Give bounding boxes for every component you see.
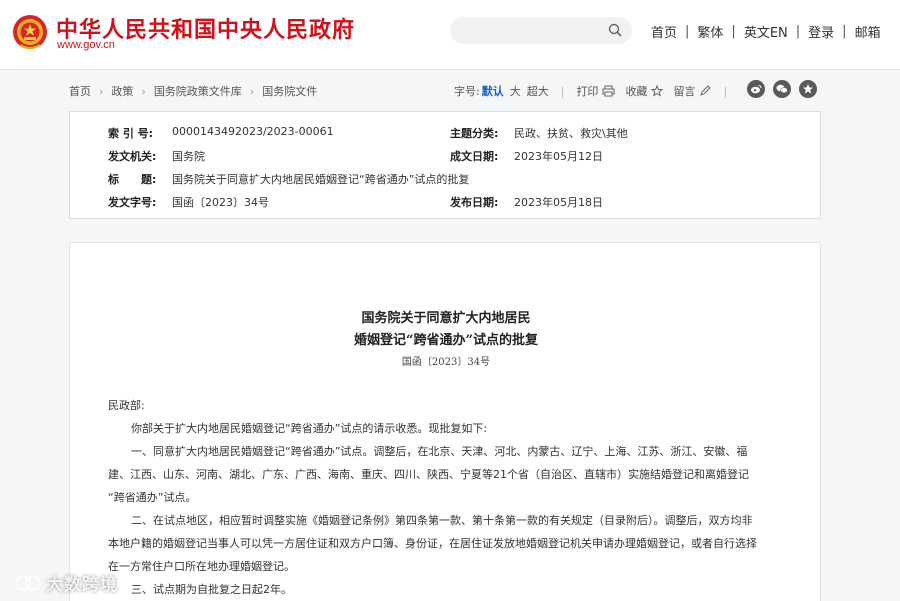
breadcrumb-state-council-docs[interactable]: 国务院文件 [262,83,317,99]
paragraph-3: 三、试点期为自批复之日起2年。 [131,583,292,596]
meta-index: 索 引 号: 000014349​2023/2023-00061 [108,125,334,140]
font-size-xlarge[interactable]: 超大 [527,83,549,99]
breadcrumb-home[interactable]: 首页 [69,83,91,99]
paragraph-1-line-3: “跨省通办”试点。 [108,491,197,504]
breadcrumb-arrow-icon: › [249,84,255,98]
breadcrumb-arrow-icon: › [99,84,104,98]
nav-separator: | [795,24,801,39]
meta-publish-date: 发布日期: 2023年05月18日 [450,194,603,209]
favorite-label: 收藏 [625,85,648,98]
meta-title-value: 国务院关于同意扩大内地居民婚姻登记“跨省通办”试点的批复 [172,173,470,186]
meta-title-label: 标 题: [108,173,157,186]
meta-topic-value: 民政、扶贫、救灾\其他 [514,127,628,140]
message-button[interactable]: 留言 [673,83,712,99]
meta-written-date-label: 成文日期: [450,150,499,163]
addressee: 民政部: [108,399,145,412]
font-size-large[interactable]: 大 [510,83,521,99]
favorite-button[interactable]: 收藏 [625,83,664,99]
font-size-default[interactable]: 默认 [482,83,504,99]
print-label: 打印 [576,85,599,98]
meta-title: 标 题: 国务院关于同意扩大内地居民婚姻登记“跨省通办”试点的批复 [108,171,470,186]
wechat-icon[interactable] [773,80,791,98]
article-tools: 字号: 默认 大 超大 | 打印 收藏 留言 | [454,83,739,99]
site-url[interactable]: www.gov.cn [57,39,115,51]
watermark-logo-icon [15,574,41,591]
star-icon [651,85,664,97]
top-nav: 首页 | 繁体 | 英文EN | 登录 | 邮箱 [651,22,881,41]
meta-written-date-value: 2023年05月12日 [514,150,603,163]
document-body: 国务院关于同意扩大内地居民 婚姻登记“跨省通办”试点的批复 国函〔2023〕34… [69,242,821,601]
nav-home[interactable]: 首页 [651,22,677,41]
meta-topic-label: 主题分类: [450,127,499,140]
breadcrumb-policy[interactable]: 政策 [111,83,133,99]
paragraph-2-line-1: 二、在试点地区，相应暂时调整实施《婚姻登记条例》第四条第一款、第十条第一款的有关… [131,514,753,527]
paragraph-2-line-2: 本地户籍的婚姻登记当事人可以凭一方居住证和双方户口簿、身份证，在居住证发放地婚姻… [108,537,757,550]
meta-doc-number-value: 国函〔2023〕34号 [172,196,269,209]
meta-doc-number: 发文字号: 国函〔2023〕34号 [108,194,269,209]
meta-publish-date-label: 发布日期: [450,196,499,209]
search-icon[interactable] [608,23,622,37]
document-metadata: 索 引 号: 000014349​2023/2023-00061 主题分类: 民… [69,111,821,219]
meta-index-value: 000014349​2023/2023-00061 [172,125,334,138]
paragraph-intro: 你部关于扩大内地居民婚姻登记“跨省通办”试点的请示收悉。现批复如下: [131,422,488,435]
print-button[interactable]: 打印 [576,83,615,99]
document-number: 国函〔2023〕34号 [401,357,491,368]
weibo-icon[interactable] [747,80,765,98]
site-header: 中华人民共和国中央人民政府 www.gov.cn 首页 | 繁体 | 英文EN … [0,0,900,70]
meta-issuer-value: 国务院 [172,150,205,163]
search-box [450,17,632,44]
meta-issuer-label: 发文机关: [108,150,157,163]
watermark-text: 大数跨境 [46,575,118,595]
nav-separator: | [731,24,736,39]
paragraph-1-line-1: 一、同意扩大内地居民婚姻登记“跨省通办”试点。调整后，在北京、天津、河北、内蒙古… [131,445,748,458]
breadcrumb-bar: 首页 › 政策 › 国务院政策文件库 › 国务院文件 字号: 默认 大 超大 |… [69,80,829,100]
nav-login[interactable]: 登录 [808,22,834,41]
paragraph-1-line-2: 建、江西、山东、河南、湖北、广东、广西、海南、重庆、四川、陕西、宁夏等21个省（… [108,468,749,481]
document-title-line-2: 婚姻登记“跨省通办”试点的批复 [354,333,538,348]
nav-mail[interactable]: 邮箱 [855,22,881,41]
search-input[interactable] [462,21,602,40]
breadcrumb: 首页 › 政策 › 国务院政策文件库 › 国务院文件 [69,83,317,99]
nav-english[interactable]: 英文EN [744,22,788,41]
breadcrumb-arrow-icon: › [141,84,146,98]
document-title-line-1: 国务院关于同意扩大内地居民 [361,311,531,326]
watermark: 大数跨境 [14,570,118,595]
nav-separator: | [842,24,847,39]
meta-doc-number-label: 发文字号: [108,196,157,209]
qzone-icon[interactable] [799,80,817,98]
meta-topic: 主题分类: 民政、扶贫、救灾\其他 [450,125,628,140]
tools-separator: | [560,84,565,98]
share-buttons [747,80,825,98]
breadcrumb-policy-library[interactable]: 国务院政策文件库 [154,83,242,99]
meta-publish-date-value: 2023年05月18日 [514,196,603,209]
meta-index-label: 索 引 号: [108,127,154,140]
paragraph-2-line-3: 在一方常住户口所在地办理婚姻登记。 [108,560,295,573]
meta-issuer: 发文机关: 国务院 [108,148,205,163]
meta-written-date: 成文日期: 2023年05月12日 [450,148,603,163]
nav-separator: | [685,24,690,39]
pencil-icon [700,85,712,96]
printer-icon [602,85,615,97]
font-size-label: 字号: [454,85,480,98]
tools-separator: | [723,84,728,98]
nav-traditional[interactable]: 繁体 [697,22,723,41]
message-label: 留言 [673,85,696,98]
national-emblem-icon[interactable] [12,12,48,52]
